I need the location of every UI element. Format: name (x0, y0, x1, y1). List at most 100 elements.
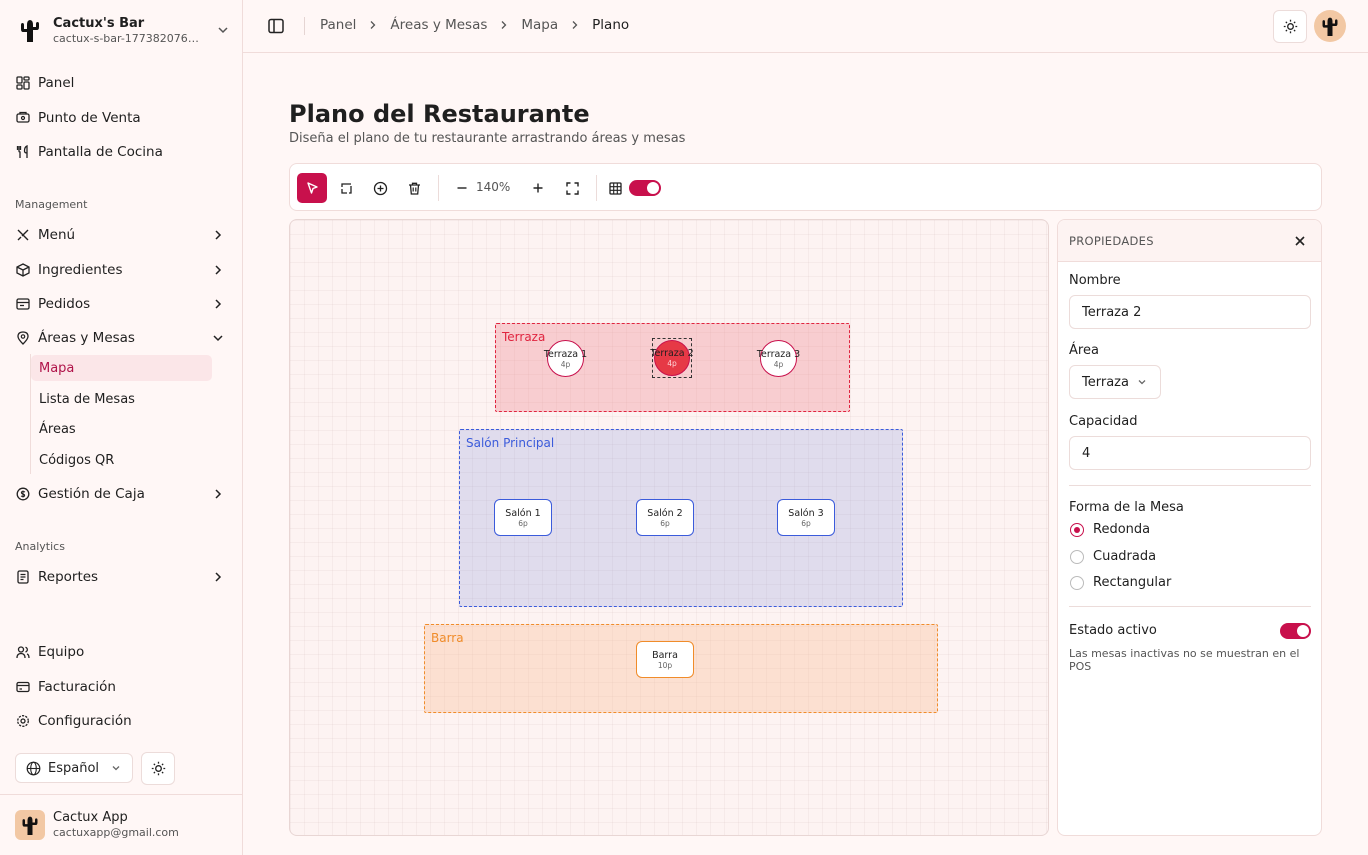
fit-screen-button[interactable] (557, 173, 587, 203)
pos-icon (15, 110, 31, 126)
table-salon-1[interactable]: Salón 1 6p (494, 499, 552, 536)
page-subtitle: Diseña el plano de tu restaurante arrast… (289, 131, 686, 146)
grid-toggle-switch[interactable] (629, 180, 661, 196)
sidebar-item-ingredients[interactable]: Ingredientes (15, 256, 230, 284)
delete-button[interactable] (399, 173, 429, 203)
radio-label: Cuadrada (1093, 549, 1157, 564)
shape-label: Forma de la Mesa (1069, 500, 1184, 515)
cash-icon (15, 486, 31, 502)
chevron-right-icon (215, 572, 222, 582)
receipt-icon (15, 296, 31, 312)
sidebar: Cactux's Bar cactux-s-bar-1773820763... … (0, 0, 243, 855)
dashboard-icon (15, 75, 31, 91)
radio-label: Redonda (1093, 522, 1151, 537)
name-input[interactable] (1069, 295, 1311, 329)
zoom-level: 140% (476, 180, 511, 194)
gear-icon (15, 713, 31, 729)
sidebar-subitem-areas[interactable]: Áreas (31, 416, 212, 442)
toggle-knob (647, 182, 659, 194)
chevron-right-icon (215, 299, 222, 309)
capacity-input[interactable] (1069, 436, 1311, 470)
chevron-down-icon (112, 766, 120, 771)
table-name: Salón 3 (788, 507, 824, 519)
shape-option-rectangular[interactable]: Rectangular (1070, 575, 1171, 590)
radio-button[interactable] (1070, 549, 1084, 564)
table-terraza-2[interactable]: Terraza 2 4p (650, 340, 694, 376)
properties-panel: PROPIEDADES Nombre Área Terraza Capacida… (1057, 219, 1322, 836)
properties-header: PROPIEDADES (1058, 220, 1321, 262)
sidebar-item-label: Configuración (38, 713, 132, 729)
workspace-switcher[interactable]: Cactux's Bar cactux-s-bar-1773820763... (15, 12, 230, 48)
grid-icon (608, 181, 622, 195)
add-table-button[interactable] (365, 173, 395, 203)
utensils-icon (15, 144, 31, 160)
sidebar-item-reports[interactable]: Reportes (15, 563, 230, 591)
sidebar-item-pos[interactable]: Punto de Venta (15, 104, 230, 132)
sidebar-subitem-qr-codes[interactable]: Códigos QR (31, 447, 212, 473)
active-status-toggle[interactable] (1280, 623, 1311, 639)
sidebar-item-kitchen[interactable]: Pantalla de Cocina (15, 138, 230, 166)
cactus-logo-icon (15, 15, 45, 45)
add-area-button[interactable] (331, 173, 361, 203)
sidebar-item-team[interactable]: Equipo (15, 638, 230, 666)
table-capacity: 4p (560, 359, 571, 369)
chevron-right-icon (570, 20, 580, 30)
sidebar-item-label: Reportes (38, 569, 99, 585)
header-theme-toggle-button[interactable] (1273, 10, 1307, 43)
table-capacity: 4p (773, 359, 784, 369)
theme-toggle-button[interactable] (141, 752, 175, 785)
breadcrumb-areas-tables[interactable]: Áreas y Mesas (390, 17, 487, 33)
trash-icon (408, 182, 420, 195)
area-label: Barra (431, 631, 464, 645)
sun-icon (151, 761, 165, 776)
select-tool-button[interactable] (297, 173, 327, 203)
sidebar-item-label: Pantalla de Cocina (38, 144, 163, 160)
radio-button[interactable] (1070, 522, 1084, 537)
sidebar-item-label: Facturación (38, 679, 116, 695)
breadcrumb: Panel Áreas y Mesas Mapa Plano (320, 17, 629, 33)
radio-button[interactable] (1070, 575, 1084, 590)
user-menu[interactable]: Cactux App cactuxapp@gmail.com (15, 808, 235, 842)
cactus-avatar-icon (1322, 17, 1338, 36)
active-status-help: Las mesas inactivas no se muestran en el… (1069, 647, 1300, 673)
table-terraza-3[interactable]: Terraza 3 4p (757, 340, 800, 377)
header-avatar[interactable] (1314, 10, 1346, 42)
sidebar-item-orders[interactable]: Pedidos (15, 290, 230, 318)
language-select[interactable]: Español (15, 753, 133, 783)
shape-option-square[interactable]: Cuadrada (1070, 549, 1156, 564)
name-label: Nombre (1069, 273, 1121, 288)
sidebar-item-cash[interactable]: Gestión de Caja (15, 480, 230, 508)
sidebar-item-settings[interactable]: Configuración (15, 707, 230, 735)
breadcrumb-map[interactable]: Mapa (521, 17, 558, 33)
sidebar-item-label: Menú (38, 227, 76, 243)
sidebar-subitem-table-list[interactable]: Lista de Mesas (31, 386, 212, 412)
breadcrumb-panel[interactable]: Panel (320, 17, 356, 33)
chevron-right-icon (499, 20, 509, 30)
header-divider (304, 17, 305, 35)
shape-option-round[interactable]: Redonda (1070, 522, 1150, 537)
floor-plan-canvas[interactable]: Terraza Salón Principal Barra Terraza 1 … (289, 219, 1049, 836)
properties-divider (1069, 606, 1311, 607)
sidebar-subitem-map[interactable]: Mapa (31, 355, 212, 381)
zoom-in-button[interactable] (523, 173, 553, 203)
menu-icon (15, 227, 31, 243)
close-icon[interactable] (1293, 234, 1307, 248)
grid-toggle-icon-button[interactable] (600, 173, 630, 203)
chevron-down-icon (218, 27, 228, 34)
table-salon-2[interactable]: Salón 2 6p (636, 499, 694, 536)
editor-toolbar: 140% (289, 163, 1322, 211)
plus-circle-icon (373, 181, 387, 195)
sidebar-item-billing[interactable]: Facturación (15, 673, 230, 701)
table-terraza-1[interactable]: Terraza 1 4p (544, 340, 587, 377)
sidebar-toggle-icon[interactable] (267, 17, 285, 35)
table-salon-3[interactable]: Salón 3 6p (777, 499, 835, 536)
user-name: Cactux App (53, 810, 128, 825)
sidebar-item-label: Punto de Venta (38, 110, 141, 126)
sidebar-item-areas-tables[interactable]: Áreas y Mesas (15, 324, 230, 352)
sidebar-item-panel[interactable]: Panel (15, 69, 230, 97)
zoom-out-button[interactable] (447, 173, 477, 203)
sidebar-item-menu[interactable]: Menú (15, 221, 230, 249)
properties-divider (1069, 485, 1311, 486)
table-barra[interactable]: Barra 10p (636, 641, 694, 678)
area-select[interactable]: Terraza (1069, 365, 1161, 399)
